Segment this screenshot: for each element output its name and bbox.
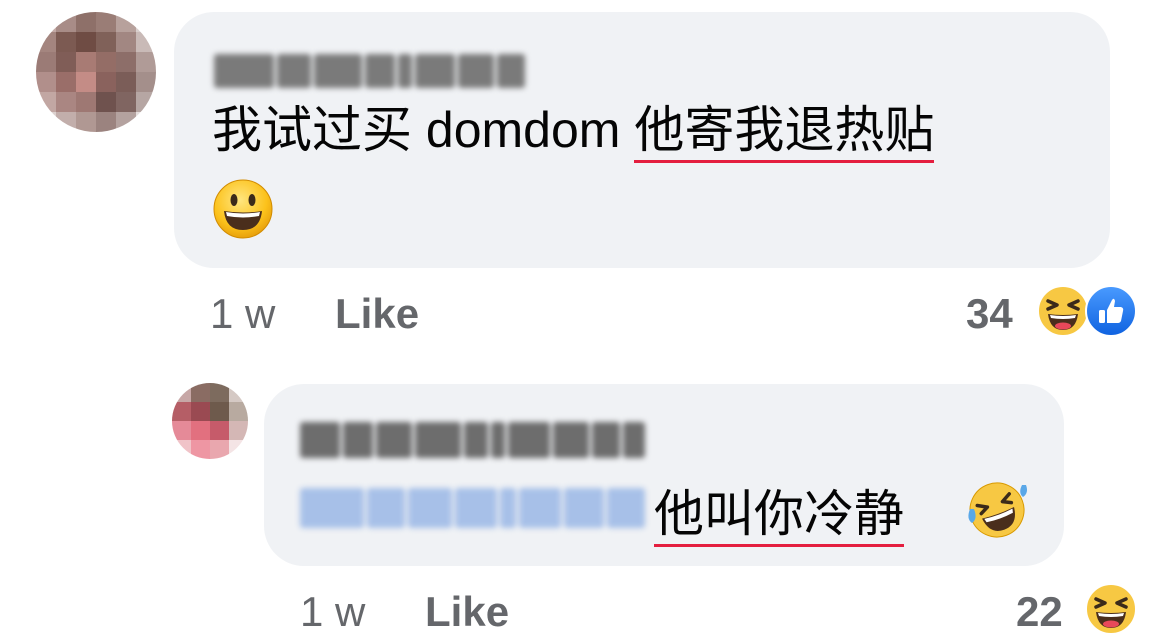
comment-text: 我试过买 domdom 他寄我退热贴 bbox=[212, 100, 935, 163]
comment-bubble: 我试过买 domdom 他寄我退热贴 bbox=[174, 12, 1110, 268]
reply-text: 他叫你冷静 bbox=[654, 484, 904, 547]
reply-timestamp[interactable]: 1 w bbox=[300, 588, 365, 635]
commenter-name-blurred[interactable] bbox=[214, 54, 525, 88]
reply-text-highlight: 他叫你冷静 bbox=[654, 486, 904, 547]
reply-like-button[interactable]: Like bbox=[425, 588, 509, 635]
reply-bubble: 他叫你冷静 bbox=[264, 384, 1064, 566]
comment-meta: 1 w Like bbox=[210, 290, 419, 338]
reply-reaction-count[interactable]: 22 bbox=[1016, 588, 1063, 636]
reaction-count[interactable]: 34 bbox=[966, 290, 1013, 338]
commenter-avatar[interactable] bbox=[36, 12, 156, 132]
smiley-face-icon bbox=[213, 179, 273, 239]
mentioned-user-blurred[interactable] bbox=[300, 488, 645, 528]
comment-text-highlight: 他寄我退热贴 bbox=[634, 102, 935, 163]
like-button[interactable]: Like bbox=[335, 290, 419, 337]
rolling-laughing-face-icon bbox=[968, 482, 1027, 538]
laughing-face-icon[interactable] bbox=[1084, 582, 1138, 636]
thumbs-up-icon[interactable] bbox=[1084, 284, 1138, 338]
reply-meta: 1 w Like bbox=[300, 588, 509, 636]
reply-avatar[interactable] bbox=[172, 383, 248, 459]
comment-text-main: 我试过买 domdom bbox=[212, 102, 635, 158]
reply-author-name-blurred[interactable] bbox=[300, 422, 645, 458]
comment-timestamp[interactable]: 1 w bbox=[210, 290, 275, 337]
laughing-face-icon[interactable] bbox=[1036, 284, 1090, 338]
